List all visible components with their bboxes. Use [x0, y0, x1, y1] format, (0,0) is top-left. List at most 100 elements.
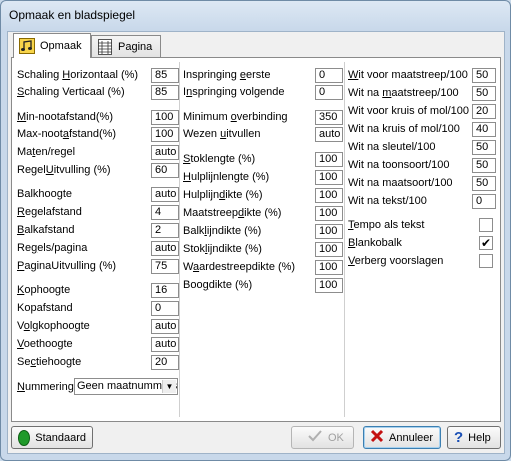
value-field[interactable]: 100 — [315, 188, 343, 203]
field-label: Waardestreepdikte (%) — [183, 261, 295, 273]
label-part: Wit na maatsoort/100 — [348, 177, 453, 189]
question-mark-icon: ? — [454, 429, 464, 446]
label-part: in-nootafstand(%) — [26, 111, 113, 123]
value-field[interactable]: 2 — [151, 223, 179, 238]
value-field[interactable]: 4 — [151, 205, 179, 220]
help-label: Help — [468, 431, 491, 444]
checkbox[interactable] — [479, 254, 493, 268]
value-field[interactable]: 100 — [315, 278, 343, 293]
label-part: orizontaal (%) — [70, 69, 139, 81]
field-label: Kopafstand — [17, 302, 73, 314]
value-field[interactable]: 100 — [315, 152, 343, 167]
label-part: Re — [17, 242, 32, 254]
value-field[interactable]: 100 — [151, 127, 179, 142]
value-field[interactable]: 85 — [151, 68, 179, 83]
value-field[interactable]: auto — [151, 319, 179, 334]
label-part: V — [348, 255, 355, 267]
standaard-button[interactable]: Standaard — [11, 426, 93, 449]
value-field[interactable]: auto — [151, 337, 179, 352]
checkbox[interactable] — [479, 218, 493, 232]
value-field[interactable]: 0 — [472, 194, 496, 209]
ok-button[interactable]: OK — [291, 426, 354, 449]
label-part: dikte (%) — [208, 279, 253, 291]
value-field[interactable]: 50 — [472, 176, 496, 191]
field-label: Kophoogte — [17, 284, 70, 296]
tab-pagina[interactable]: Pagina — [91, 35, 161, 57]
field-label: Boogdikte (%) — [183, 279, 252, 291]
value-field[interactable]: 100 — [315, 224, 343, 239]
red-x-icon — [370, 429, 384, 446]
value-field[interactable]: 85 — [151, 85, 179, 100]
chevron-down-icon[interactable]: ▼ — [162, 380, 176, 393]
value-field[interactable]: 100 — [151, 110, 179, 125]
label-part: Wit na tekst/100 — [348, 195, 427, 207]
value-field[interactable]: 20 — [151, 355, 179, 370]
field-label: Minimum overbinding — [183, 111, 288, 123]
value-field[interactable]: 100 — [315, 170, 343, 185]
field-label: Nummering — [17, 381, 74, 393]
value-field[interactable]: 50 — [472, 86, 496, 101]
field-label: Schaling Verticaal (%) — [17, 86, 125, 98]
label-part: oethoogte — [23, 338, 73, 350]
label-part: Schaling — [17, 69, 63, 81]
value-field[interactable]: auto — [151, 145, 179, 160]
label-part: V — [17, 320, 24, 332]
value-field[interactable]: 75 — [151, 259, 179, 274]
value-field[interactable]: 50 — [472, 68, 496, 83]
value-field[interactable]: 100 — [315, 260, 343, 275]
label-part: verbinding — [236, 111, 288, 123]
value-field[interactable]: auto — [151, 241, 179, 256]
label-part: W — [183, 261, 193, 273]
help-button[interactable]: ? Help — [447, 426, 501, 449]
label-part: Se — [17, 356, 31, 368]
annuleer-button[interactable]: Annuleer — [363, 426, 441, 449]
tab-opmaak[interactable]: Opmaak — [13, 33, 91, 58]
field-label: Hulplijndikte (%) — [183, 189, 262, 201]
value-field[interactable]: 50 — [472, 158, 496, 173]
label-part: erste — [246, 69, 271, 81]
value-field[interactable]: 0 — [315, 85, 343, 100]
field-label: Verberg voorslagen — [348, 255, 443, 267]
label-part: ummering — [24, 381, 74, 393]
value-field[interactable]: 0 — [151, 301, 179, 316]
value-field[interactable]: 60 — [151, 163, 179, 178]
field-label: Stoklengte (%) — [183, 153, 255, 165]
value-field[interactable]: 20 — [472, 104, 496, 119]
green-circle-icon — [18, 429, 31, 446]
staff-page-icon — [97, 38, 113, 55]
checkbox[interactable]: ✔ — [479, 236, 493, 250]
label-part: N — [17, 381, 25, 393]
value-field[interactable]: 40 — [472, 122, 496, 137]
checkmark-icon — [308, 430, 322, 445]
label-part: aginaUitvulling (%) — [24, 260, 117, 272]
label-part: Wit na sleutel/100 — [348, 141, 436, 153]
value-field[interactable]: 50 — [472, 140, 496, 155]
value-field[interactable]: 0 — [315, 68, 343, 83]
value-field[interactable]: auto — [151, 187, 179, 202]
label-part: ulplijnlengte (%) — [190, 171, 270, 183]
value-field[interactable]: 350 — [315, 110, 343, 125]
annuleer-label: Annuleer — [389, 431, 434, 444]
field-label: Inspringing eerste — [183, 69, 270, 81]
label-part: itvullen — [226, 128, 261, 140]
dialog-window: Opmaak en bladspiegel Opmaak Pagina Scha… — [0, 0, 511, 461]
nummering-select[interactable]: Geen maatnummers ▼ — [74, 378, 178, 395]
label-part: Wit na kruis of mol/100 — [348, 123, 460, 135]
field-label: Max-nootafstand(%) — [17, 128, 116, 140]
field-label: Voethoogte — [17, 338, 73, 350]
field-label: Sectiehoogte — [17, 356, 81, 368]
value-field[interactable]: 100 — [315, 206, 343, 221]
label-part: lgkophoogte — [29, 320, 90, 332]
field-label: Wit na toonsoort/100 — [348, 159, 450, 171]
label-part: itvulling (%) — [53, 164, 111, 176]
field-label: Volgkophoogte — [17, 320, 90, 332]
value-field[interactable]: 16 — [151, 283, 179, 298]
field-label: Wit voor maatstreep/100 — [348, 69, 468, 81]
value-field[interactable]: 100 — [315, 242, 343, 257]
field-label: Stoklijndikte (%) — [183, 243, 262, 255]
label-part: fstand(%) — [68, 128, 117, 140]
tab-opmaak-label: Opmaak — [40, 40, 82, 52]
label-part: R — [17, 206, 25, 218]
value-field[interactable]: auto — [315, 127, 343, 142]
field-label: Inspringing volgende — [183, 86, 285, 98]
